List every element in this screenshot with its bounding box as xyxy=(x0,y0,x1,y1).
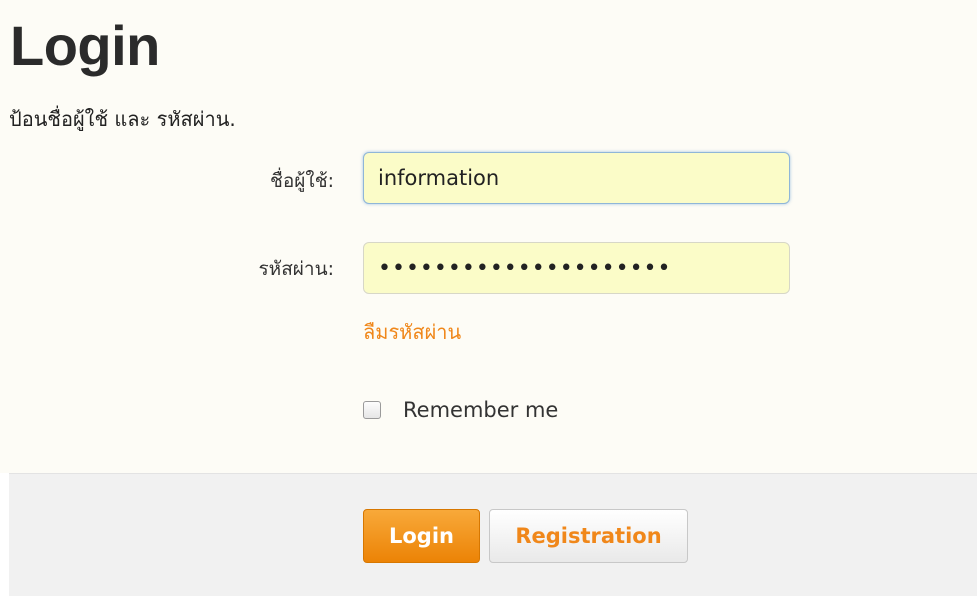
registration-button[interactable]: Registration xyxy=(489,509,688,563)
page-title: Login xyxy=(10,14,160,77)
login-instructions: ป้อนชื่อผู้ใช้ และ รหัสผ่าน. xyxy=(9,107,236,131)
password-input[interactable] xyxy=(363,242,790,294)
login-panel: Login ป้อนชื่อผู้ใช้ และ รหัสผ่าน. ชื่อผ… xyxy=(0,0,977,473)
password-label: รหัสผ่าน: xyxy=(258,258,334,280)
forgot-password-link[interactable]: ลืมรหัสผ่าน xyxy=(363,317,461,347)
username-label: ชื่อผู้ใช้: xyxy=(269,170,334,192)
remember-me-checkbox[interactable] xyxy=(363,401,381,419)
remember-me-label[interactable]: Remember me xyxy=(403,398,558,422)
login-page: Login ป้อนชื่อผู้ใช้ และ รหัสผ่าน. ชื่อผ… xyxy=(0,0,977,596)
username-input[interactable] xyxy=(363,152,790,204)
remember-me-row: Remember me xyxy=(363,398,558,422)
login-button[interactable]: Login xyxy=(363,509,480,563)
